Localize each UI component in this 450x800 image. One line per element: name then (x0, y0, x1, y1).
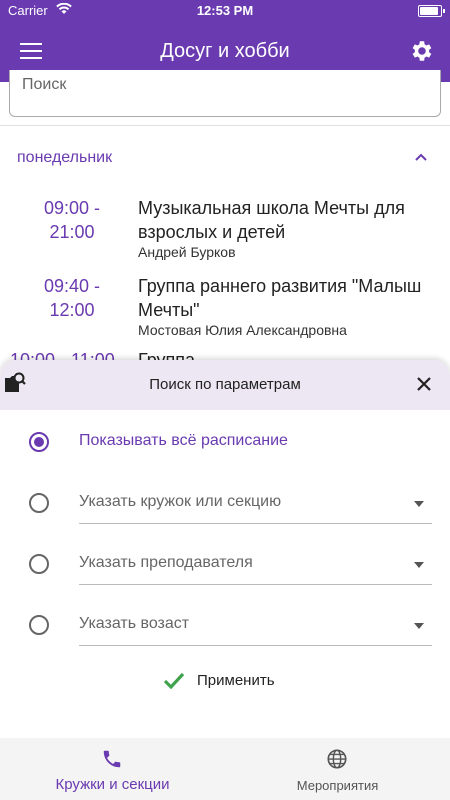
search-input[interactable]: Поиск (9, 70, 441, 117)
battery-icon (418, 5, 445, 17)
filter-sheet-header: Поиск по параметрам (0, 360, 450, 410)
schedule-time: 09:40 - 12:00 (43, 276, 101, 320)
day-header: понедельник (17, 149, 113, 166)
dropdown-label: Указать преподавателя (79, 554, 253, 571)
option-teacher[interactable]: Указать преподавателя (0, 544, 450, 585)
radio-show-all[interactable] (29, 432, 49, 452)
dropdown-label: Указать возаст (79, 615, 190, 632)
option-section[interactable]: Указать кружок или секцию (0, 483, 450, 524)
schedule-title: Музыкальная школа Мечты для взрослых и д… (138, 198, 405, 242)
divider (0, 125, 450, 126)
nav-item-clubs[interactable]: Кружки и секции (0, 738, 225, 800)
age-dropdown[interactable]: Указать возаст (79, 605, 432, 646)
close-icon[interactable] (414, 374, 434, 394)
check-icon (163, 672, 185, 690)
status-time: 12:53 PM (196, 3, 254, 18)
search-placeholder: Поиск (22, 76, 67, 93)
nav-item-events[interactable]: Мероприятия (225, 738, 450, 800)
schedule-title: Группа раннего развития "Малыш Мечты" (138, 276, 422, 320)
filter-sheet-title: Поиск по параметрам (149, 376, 301, 393)
schedule-person: Андрей Бурков (138, 244, 236, 260)
bottom-nav: Кружки и секции Мероприятия (0, 738, 450, 800)
dropdown-arrow-icon (414, 501, 424, 507)
dropdown-arrow-icon (414, 562, 424, 568)
section-dropdown[interactable]: Указать кружок или секцию (79, 483, 432, 524)
option-age[interactable]: Указать возаст (0, 605, 450, 646)
phone-icon (103, 750, 121, 768)
teacher-dropdown[interactable]: Указать преподавателя (79, 544, 432, 585)
gear-icon[interactable] (408, 38, 434, 64)
nav-label: Мероприятия (296, 778, 379, 793)
dropdown-arrow-icon (414, 623, 424, 629)
radio-section[interactable] (29, 493, 49, 513)
option-label: Показывать всё расписание (79, 432, 288, 449)
apply-button[interactable]: Применить (163, 668, 293, 698)
radio-teacher[interactable] (29, 554, 49, 574)
status-bar: Carrier 12:53 PM (0, 0, 450, 22)
chevron-up-icon[interactable] (414, 150, 428, 164)
page-title: Досуг и хобби (160, 40, 290, 62)
filter-sheet: Поиск по параметрам Показывать всё распи… (0, 360, 450, 800)
schedule-time: 09:00 - 21:00 (43, 198, 101, 242)
apply-label: Применить (197, 672, 275, 689)
schedule-person: Мостовая Юлия Александровна (138, 322, 347, 338)
radio-age[interactable] (29, 615, 49, 635)
dropdown-label: Указать кружок или секцию (79, 493, 282, 510)
nav-label: Кружки и секции (55, 776, 170, 793)
globe-icon (327, 749, 347, 769)
option-show-all[interactable]: Показывать всё расписание (0, 422, 450, 462)
